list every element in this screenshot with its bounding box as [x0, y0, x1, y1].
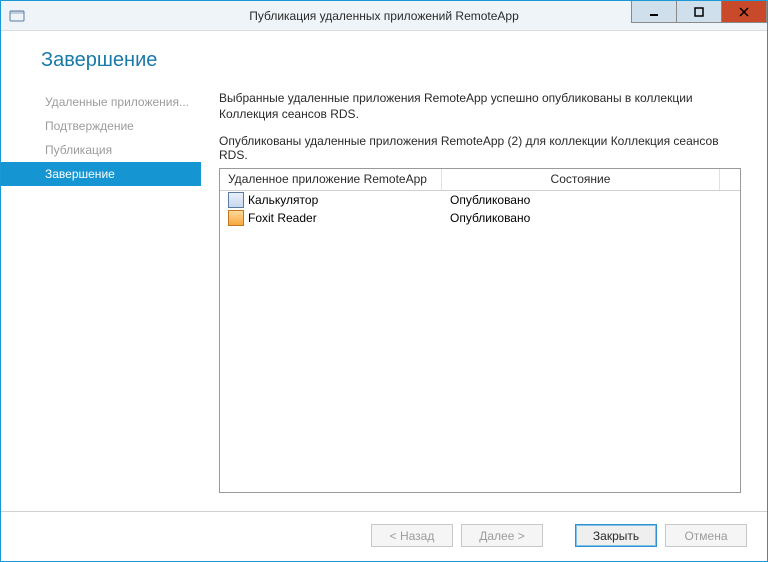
app-state: Опубликовано: [442, 193, 720, 207]
wizard-window: Публикация удаленных приложений RemoteAp…: [0, 0, 768, 562]
nav-item-remote-apps[interactable]: Удаленные приложения...: [1, 90, 201, 114]
app-name: Foxit Reader: [248, 211, 317, 225]
back-button: < Назад: [371, 524, 453, 547]
cancel-button: Отмена: [665, 524, 747, 547]
close-wizard-button[interactable]: Закрыть: [575, 524, 657, 547]
table-header: Удаленное приложение RemoteApp Состояние: [220, 169, 740, 191]
next-button: Далее >: [461, 524, 543, 547]
col-header-pad: [720, 169, 740, 190]
nav-item-confirm[interactable]: Подтверждение: [1, 114, 201, 138]
apps-table: Удаленное приложение RemoteApp Состояние…: [219, 168, 741, 493]
col-header-app[interactable]: Удаленное приложение RemoteApp: [220, 169, 442, 190]
minimize-button[interactable]: [631, 1, 677, 23]
heading-area: Завершение: [1, 31, 767, 84]
col-header-state[interactable]: Состояние: [442, 169, 720, 190]
content: Выбранные удаленные приложения RemoteApp…: [201, 84, 767, 511]
titlebar: Публикация удаленных приложений RemoteAp…: [1, 1, 767, 31]
body: Удаленные приложения... Подтверждение Пу…: [1, 84, 767, 511]
page-title: Завершение: [41, 49, 741, 72]
app-icon: [9, 8, 25, 24]
app-state: Опубликовано: [442, 211, 720, 225]
calculator-icon: [228, 192, 244, 208]
maximize-button[interactable]: [676, 1, 722, 23]
intro-text: Выбранные удаленные приложения RemoteApp…: [219, 90, 741, 122]
table-row[interactable]: Калькулятор Опубликовано: [220, 191, 740, 209]
sidebar: Удаленные приложения... Подтверждение Пу…: [1, 84, 201, 511]
subintro-text: Опубликованы удаленные приложения Remote…: [219, 134, 741, 162]
nav-item-publish[interactable]: Публикация: [1, 138, 201, 162]
footer: < Назад Далее > Закрыть Отмена: [1, 511, 767, 561]
nav-item-complete[interactable]: Завершение: [1, 162, 201, 186]
app-name: Калькулятор: [248, 193, 318, 207]
table-row[interactable]: Foxit Reader Опубликовано: [220, 209, 740, 227]
window-controls: [632, 1, 767, 30]
close-button[interactable]: [721, 1, 767, 23]
table-body: Калькулятор Опубликовано Foxit Reader Оп…: [220, 191, 740, 492]
foxit-icon: [228, 210, 244, 226]
